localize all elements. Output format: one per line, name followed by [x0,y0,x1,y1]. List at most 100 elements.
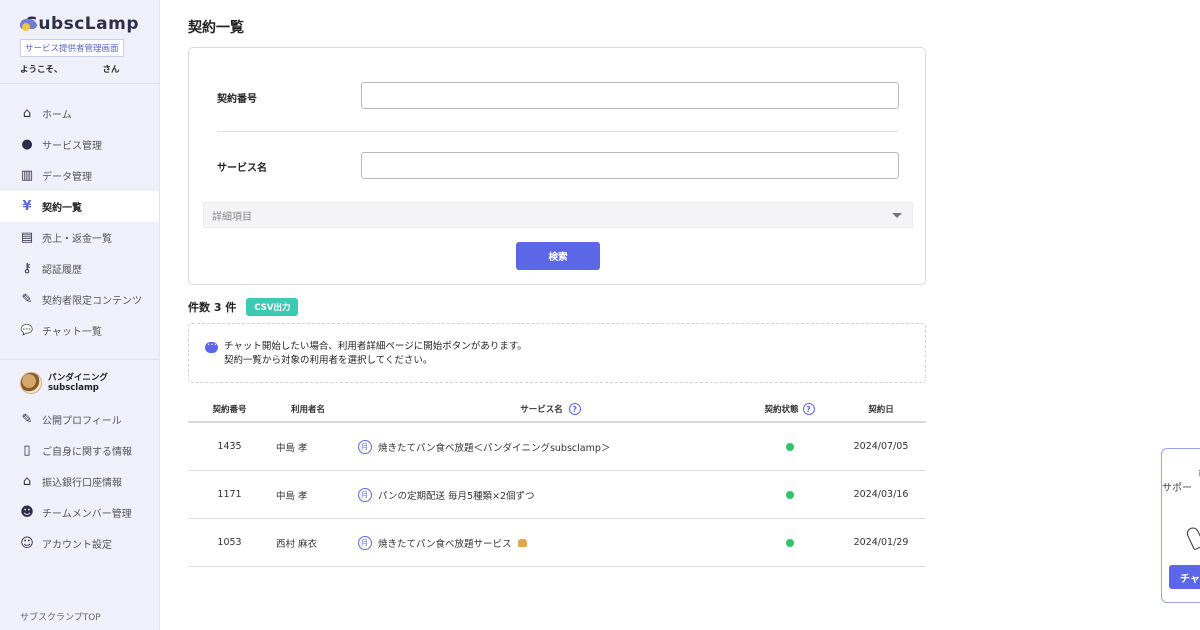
main-nav: ⌂ ホーム ● サービス管理 ▥ データ管理 ¥ 契約一覧 ▤ 売上・返金一覧 … [0,84,159,360]
service-name-label: サービス名 [217,163,267,174]
account-name: パンダイニング [48,373,108,383]
services-icon: ● [21,137,33,152]
details-toggle[interactable]: 詳細項目 [203,202,913,228]
yen-icon: ¥ [22,199,32,214]
contract-number-label: 契約番号 [217,94,257,105]
help-icon[interactable]: ? [568,403,581,415]
account-id: subsclamp [48,383,99,393]
contract-number: 1053 [217,537,242,548]
account-section: パンダイニング subsclamp ✎ 公開プロフィール ▯ ご自身に関する情報… [0,360,159,559]
help-icon[interactable]: ? [802,403,815,415]
nav-label: アカウント設定 [42,540,112,551]
nav-item-account-settings[interactable]: ☺ アカウント設定 [0,528,159,559]
results-bar: 件数 3 件 CSV出力 [188,298,299,316]
nav-item-data[interactable]: ▥ データ管理 [0,160,159,191]
bread-icon [518,538,528,547]
header-status[interactable]: 契約状態 ? [743,403,836,415]
nav-label: チームメンバー管理 [42,509,132,520]
subsclamp-top-link[interactable]: サブスクランプTOP [20,610,101,623]
user-name: 中島 孝 [276,442,308,454]
header-contract-number[interactable]: 契約番号 [188,403,271,415]
service-name: 焼きたてパン食べ放題サービス [378,538,512,550]
profile-icon: ▯ [23,443,31,458]
key-icon: ⚷ [22,261,32,276]
chat-icon: 💬 [20,325,34,336]
page-title: 契約一覧 [188,20,244,36]
nav-label: サービス管理 [42,141,102,152]
csv-export-button[interactable]: CSV出力 [246,298,299,316]
status-cell [743,442,836,451]
service-cell: 焼きたてパン食べ放題＜パンダイニングsubsclamp＞ [353,439,743,454]
pencil-icon: ✎ [21,412,33,427]
caret-down-icon [892,212,902,218]
chat-notice: チャット開始したい場合、利用者詳細ページに開始ボタンがあります。 契約一覧から対… [188,323,926,383]
nav-item-services[interactable]: ● サービス管理 [0,129,159,160]
nav-item-sales[interactable]: ▤ 売上・返金一覧 [0,222,159,253]
status-active-dot [785,442,794,451]
edit-icon: ✎ [21,292,33,307]
contract-number: 1435 [217,441,242,452]
contract-number: 1171 [217,489,242,500]
header-status-label: 契約状態 [764,405,799,415]
contract-date: 2024/01/29 [853,537,909,548]
user-icon: ☺ [20,536,34,551]
contract-number-input[interactable] [361,82,899,109]
nav-label: 契約者限定コンテンツ [42,296,142,307]
header-user-name[interactable]: 利用者名 [271,403,353,415]
bank-icon: ⌂ [22,474,32,489]
notice-line-2: 契約一覧から対象の利用者を選択してください。 [224,355,433,366]
service-name-input[interactable] [361,152,899,179]
nav-label: 振込銀行口座情報 [42,478,122,489]
chart-icon: ▥ [20,168,34,183]
nav-item-home[interactable]: ⌂ ホーム [0,98,159,129]
chat-widget-line-2: サポー [1162,483,1192,494]
header-service-label: サービス名 [520,405,563,415]
monthly-renew-icon [358,487,372,502]
nav-label: 契約一覧 [42,203,82,214]
avatar [20,372,42,394]
nav-item-exclusive-content[interactable]: ✎ 契約者限定コンテンツ [0,284,159,315]
status-cell [743,490,836,499]
nav-label: ご自身に関する情報 [42,447,132,458]
nav-item-chat[interactable]: 💬 チャット一覧 [0,315,159,346]
table-row[interactable]: 1171 中島 孝 パンの定期配送 毎月5種類×2個ずつ 2024/03/16 [188,471,926,519]
nav-item-public-profile[interactable]: ✎ 公開プロフィール [0,404,159,435]
chat-start-button[interactable]: チャ [1169,565,1200,589]
account-header[interactable]: パンダイニング subsclamp [0,368,159,398]
nav-item-bank-account[interactable]: ⌂ 振込銀行口座情報 [0,466,159,497]
table-header: 契約番号 利用者名 サービス名 ? 契約状態 ? 契約日 [188,397,926,423]
welcome-text: ようこそ、 さん [20,63,139,75]
result-count: 件数 3 件 [188,301,237,314]
notice-line-1: チャット開始したい場合、利用者詳細ページに開始ボタンがあります。 [224,341,527,352]
nav-item-auth-history[interactable]: ⚷ 認証履歴 [0,253,159,284]
nav-item-contracts[interactable]: ¥ 契約一覧 [0,191,159,222]
nav-label: チャット一覧 [42,327,102,338]
service-cell: パンの定期配送 毎月5種類×2個ずつ [353,487,743,502]
support-chat-widget[interactable]: 専属 サポー チャ [1161,448,1200,603]
nav-item-personal-info[interactable]: ▯ ご自身に関する情報 [0,435,159,466]
welcome-suffix: さん [102,65,120,75]
header-service-name[interactable]: サービス名 ? [353,403,743,415]
chat-widget-text: 専属 サポー [1162,469,1200,495]
document-icon: ▤ [20,230,34,245]
table-row[interactable]: 1435 中島 孝 焼きたてパン食べ放題＜パンダイニングsubsclamp＞ 2… [188,423,926,471]
contract-date: 2024/07/05 [853,441,909,452]
nav-label: 売上・返金一覧 [42,234,112,245]
service-cell: 焼きたてパン食べ放題サービス [353,535,743,550]
header-date[interactable]: 契約日 [836,403,926,415]
monthly-renew-icon [358,535,372,550]
notice-text: チャット開始したい場合、利用者詳細ページに開始ボタンがあります。 契約一覧から対… [224,340,527,382]
hand-icon [1184,525,1200,551]
status-active-dot [785,490,794,499]
contracts-table: 契約番号 利用者名 サービス名 ? 契約状態 ? 契約日 1435 中島 孝 焼… [188,397,926,567]
team-icon: ☻ [20,505,34,520]
nav-label: ホーム [42,110,72,121]
status-cell [743,538,836,547]
nav-item-team[interactable]: ☻ チームメンバー管理 [0,497,159,528]
form-divider [217,131,898,132]
search-button[interactable]: 検索 [516,242,600,270]
service-name: パンの定期配送 毎月5種類×2個ずつ [378,490,535,502]
logo[interactable]: SubscLamp [20,12,139,36]
table-row[interactable]: 1053 西村 麻衣 焼きたてパン食べ放題サービス 2024/01/29 [188,519,926,567]
nav-label: データ管理 [42,172,92,183]
